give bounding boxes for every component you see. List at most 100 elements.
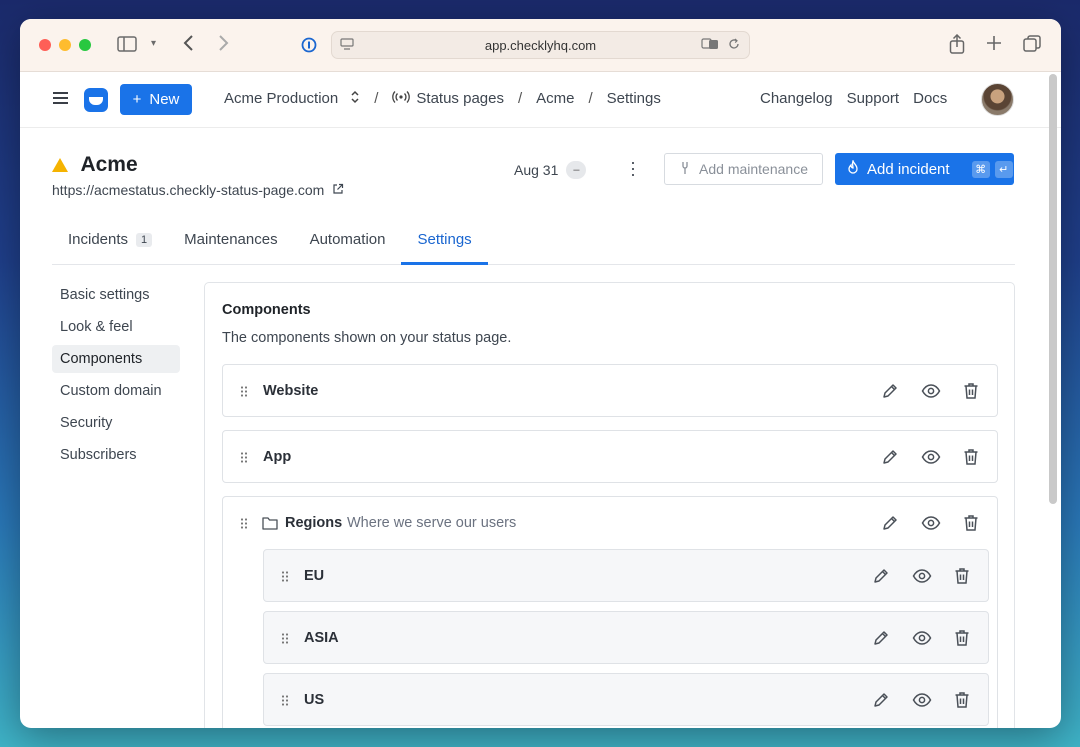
- browser-toolbar: ▾ app.checklyhq.com: [20, 19, 1061, 72]
- date-label: Aug 31: [514, 162, 559, 178]
- share-icon[interactable]: [949, 33, 965, 58]
- tab-settings[interactable]: Settings: [401, 221, 488, 265]
- edit-icon[interactable]: [881, 514, 899, 532]
- add-incident-button[interactable]: Add incident ⌘ ↵: [835, 153, 1014, 185]
- drag-handle-icon[interactable]: [281, 632, 289, 643]
- external-link-icon[interactable]: [332, 182, 344, 198]
- edit-icon[interactable]: [872, 629, 890, 647]
- trash-icon[interactable]: [963, 382, 979, 400]
- group-name: Regions: [285, 515, 343, 531]
- tab-incidents-label: Incidents: [68, 231, 129, 248]
- trash-icon[interactable]: [963, 448, 979, 466]
- new-button[interactable]: + New: [120, 84, 192, 115]
- breadcrumb-separator: /: [588, 90, 593, 107]
- trash-icon[interactable]: [954, 629, 970, 647]
- sidebar-item-basic-settings[interactable]: Basic settings: [52, 281, 180, 309]
- component-card: Website: [222, 364, 998, 417]
- command-key-icon: ⌘: [971, 160, 990, 178]
- sidebar-toggle-icon[interactable]: [117, 36, 137, 56]
- component-group-card: Regions Where we serve our users EU ASIA…: [222, 496, 998, 728]
- tab-incidents[interactable]: Incidents 1: [52, 221, 168, 264]
- edit-icon[interactable]: [881, 448, 899, 466]
- reload-icon[interactable]: [728, 38, 740, 53]
- translate-icon[interactable]: [701, 37, 719, 53]
- component-actions: [872, 567, 970, 585]
- eye-icon[interactable]: [912, 692, 932, 708]
- back-arrow-icon[interactable]: [182, 34, 194, 56]
- changelog-link[interactable]: Changelog: [760, 90, 833, 107]
- support-link[interactable]: Support: [847, 90, 900, 107]
- drag-handle-icon[interactable]: [240, 451, 248, 462]
- components-panel: Components The components shown on your …: [204, 282, 1015, 728]
- trash-icon[interactable]: [954, 691, 970, 709]
- component-actions: [881, 448, 979, 466]
- site-settings-icon[interactable]: [340, 37, 354, 53]
- tab-automation[interactable]: Automation: [294, 221, 402, 264]
- new-tab-icon[interactable]: [986, 35, 1002, 55]
- eye-icon[interactable]: [912, 630, 932, 646]
- incident-count-badge: 1: [136, 233, 153, 247]
- menu-icon[interactable]: [53, 92, 68, 104]
- drag-handle-icon[interactable]: [281, 694, 289, 705]
- forward-arrow-icon[interactable]: [218, 34, 230, 56]
- page-header: Acme: [52, 153, 138, 177]
- scrollbar[interactable]: [1049, 74, 1057, 504]
- drag-handle-icon[interactable]: [240, 385, 248, 396]
- trash-icon[interactable]: [954, 567, 970, 585]
- trash-icon[interactable]: [963, 514, 979, 532]
- component-name: ASIA: [304, 630, 339, 646]
- user-avatar[interactable]: [981, 83, 1014, 116]
- eye-icon[interactable]: [912, 568, 932, 584]
- app-header: + New Acme Production / Status pages / A…: [20, 72, 1061, 128]
- wrench-icon: [679, 161, 691, 178]
- sidebar-item-look-and-feel[interactable]: Look & feel: [52, 313, 180, 341]
- eye-icon[interactable]: [921, 449, 941, 465]
- add-maintenance-button[interactable]: Add maintenance: [664, 153, 823, 185]
- eye-icon[interactable]: [921, 515, 941, 531]
- drag-handle-icon[interactable]: [240, 517, 248, 529]
- add-maintenance-label: Add maintenance: [699, 161, 808, 177]
- eye-icon[interactable]: [921, 383, 941, 399]
- component-actions: [881, 382, 979, 400]
- minimize-window-button[interactable]: [59, 39, 71, 51]
- status-page-url-text[interactable]: https://acmestatus.checkly-status-page.c…: [52, 182, 324, 198]
- panel-title: Components: [222, 302, 311, 318]
- password-manager-icon[interactable]: [301, 37, 317, 57]
- account-switcher-icon[interactable]: [350, 90, 360, 107]
- component-name: US: [304, 692, 325, 708]
- group-description: Where we serve our users: [347, 515, 517, 531]
- tab-overview-icon[interactable]: [1023, 35, 1041, 57]
- breadcrumb: Acme Production / Status pages / Acme / …: [224, 90, 661, 107]
- edit-icon[interactable]: [872, 691, 890, 709]
- component-name: EU: [304, 568, 325, 584]
- child-component-card: US: [263, 673, 989, 726]
- child-component-card: ASIA: [263, 611, 989, 664]
- plus-icon: +: [132, 91, 142, 108]
- new-button-label: New: [149, 91, 180, 108]
- breadcrumb-page[interactable]: Acme: [536, 90, 574, 107]
- sidebar-item-custom-domain[interactable]: Custom domain: [52, 377, 180, 405]
- close-window-button[interactable]: [39, 39, 51, 51]
- address-bar[interactable]: app.checklyhq.com: [331, 31, 750, 59]
- add-incident-label: Add incident: [867, 160, 950, 178]
- status-pill: –: [566, 161, 587, 179]
- zoom-window-button[interactable]: [79, 39, 91, 51]
- header-links: Changelog Support Docs: [760, 90, 947, 107]
- more-options-icon[interactable]: · · ·: [627, 153, 639, 183]
- tab-maintenances[interactable]: Maintenances: [168, 221, 293, 264]
- drag-handle-icon[interactable]: [281, 570, 289, 581]
- sidebar-item-components[interactable]: Components: [52, 345, 180, 373]
- chevron-down-icon[interactable]: ▾: [151, 39, 156, 49]
- docs-link[interactable]: Docs: [913, 90, 947, 107]
- component-card: App: [222, 430, 998, 483]
- sidebar-item-subscribers[interactable]: Subscribers: [52, 441, 180, 469]
- checkly-logo[interactable]: [84, 88, 108, 112]
- status-page-url[interactable]: https://acmestatus.checkly-status-page.c…: [52, 182, 344, 198]
- component-actions: [872, 691, 970, 709]
- flame-icon: [847, 158, 859, 178]
- edit-icon[interactable]: [872, 567, 890, 585]
- breadcrumb-account[interactable]: Acme Production: [224, 90, 338, 107]
- breadcrumb-status-pages[interactable]: Status pages: [416, 90, 504, 107]
- edit-icon[interactable]: [881, 382, 899, 400]
- sidebar-item-security[interactable]: Security: [52, 409, 180, 437]
